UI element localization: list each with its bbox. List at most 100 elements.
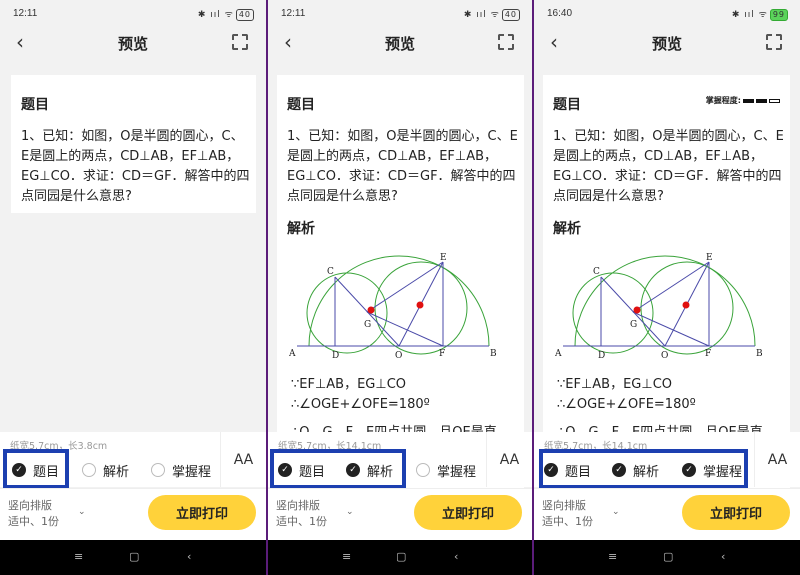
option-mastery[interactable]: 掌握程 bbox=[151, 457, 211, 483]
label-a: A bbox=[289, 349, 296, 359]
status-bar: 12:11 ✱ ııl ᯤ 40 bbox=[268, 0, 532, 26]
print-options-panel: 纸宽5.7cm，长14.1cm ✓ 题目 ✓ 解析 掌握程 AA bbox=[268, 432, 532, 487]
question-text: 1、已知：如图，O是半圆的圆心，C、E是圆上的两点，CD⊥AB，EF⊥AB，EG… bbox=[21, 129, 250, 204]
option-question[interactable]: ✓ 题目 bbox=[12, 457, 59, 483]
line-ge bbox=[632, 261, 710, 313]
layout-orientation: 竖向排版 bbox=[542, 499, 586, 512]
geometry-diagram: A B C D E F G O bbox=[289, 253, 497, 361]
checkmark-icon: ✓ bbox=[12, 463, 26, 477]
print-options-panel: 纸宽5.7cm，长14.1cm ✓ 题目 ✓ 解析 ✓ 掌握程 AA bbox=[534, 432, 800, 487]
home-icon[interactable]: ▢ bbox=[663, 550, 673, 563]
status-icons: ✱ ııl ᯤ 40 bbox=[464, 7, 520, 21]
mastery-bar-empty bbox=[769, 98, 780, 103]
option-question[interactable]: ✓ 题目 bbox=[278, 457, 325, 483]
print-now-button[interactable]: 立即打印 bbox=[148, 495, 256, 530]
crop-icon[interactable] bbox=[498, 34, 514, 50]
checkmark-icon: ✓ bbox=[544, 463, 558, 477]
system-back-icon[interactable]: ‹ bbox=[721, 550, 725, 563]
label-g: G bbox=[630, 320, 637, 330]
center-point-2 bbox=[416, 301, 424, 309]
label-g: G bbox=[364, 320, 371, 330]
mastery-label: 掌握程度: bbox=[705, 96, 741, 105]
question-heading: 题目 bbox=[553, 97, 581, 113]
mastery-indicator: 掌握程度: bbox=[706, 95, 780, 106]
system-back-icon[interactable]: ‹ bbox=[454, 550, 458, 563]
system-back-icon[interactable]: ‹ bbox=[187, 550, 191, 563]
chevron-down-icon[interactable]: ⌄ bbox=[346, 507, 354, 517]
label-f: F bbox=[439, 349, 445, 359]
label-e: E bbox=[440, 253, 447, 263]
label-o: O bbox=[395, 351, 402, 361]
semicircle-arc bbox=[574, 255, 756, 347]
option-analysis[interactable]: 解析 bbox=[82, 457, 129, 483]
option-analysis[interactable]: ✓ 解析 bbox=[612, 457, 659, 483]
radio-icon bbox=[82, 463, 96, 477]
option-label: 题目 bbox=[565, 464, 592, 480]
battery-icon: 99 bbox=[769, 9, 788, 21]
analysis-heading: 解析 bbox=[553, 221, 581, 237]
option-label: 解析 bbox=[103, 464, 130, 480]
status-bar: 12:11 ✱ ııl ᯤ 40 bbox=[0, 0, 266, 26]
paper-size: 纸宽5.7cm，长14.1cm bbox=[544, 441, 648, 452]
signal-icons: ✱ ııl ᯤ bbox=[731, 10, 768, 20]
label-d: D bbox=[598, 351, 605, 361]
option-mastery[interactable]: 掌握程 bbox=[416, 457, 476, 483]
layout-selector[interactable]: 竖向排版 适中、1份 bbox=[276, 498, 327, 530]
checkmark-icon: ✓ bbox=[278, 463, 292, 477]
option-label: 掌握程 bbox=[437, 464, 477, 480]
font-size-button[interactable]: AA bbox=[754, 432, 800, 487]
checkmark-icon: ✓ bbox=[612, 463, 626, 477]
menu-icon[interactable]: ≡ bbox=[608, 550, 617, 563]
paper-size: 纸宽5.7cm，长3.8cm bbox=[10, 441, 108, 452]
print-now-button[interactable]: 立即打印 bbox=[682, 495, 790, 530]
paper-size: 纸宽5.7cm，长14.1cm bbox=[278, 441, 382, 452]
line-ge bbox=[366, 261, 444, 313]
crop-icon[interactable] bbox=[232, 34, 248, 50]
chevron-down-icon[interactable]: ⌄ bbox=[78, 507, 86, 517]
option-label: 掌握程 bbox=[172, 464, 212, 480]
line-gf bbox=[632, 311, 710, 347]
question-heading: 题目 bbox=[287, 97, 315, 113]
status-time: 12:11 bbox=[281, 8, 306, 19]
layout-selector[interactable]: 竖向排版 适中、1份 bbox=[542, 498, 593, 530]
system-nav-bar: ≡ ▢ ‹ bbox=[0, 540, 266, 575]
phone-screen-3: 16:40 ✱ ııl ᯤ 99 ‹ 预览 掌握程度: 题目 1、已知：如图，O是… bbox=[534, 0, 800, 575]
font-size-button[interactable]: AA bbox=[220, 432, 266, 487]
font-size-button[interactable]: AA bbox=[486, 432, 532, 487]
option-question[interactable]: ✓ 题目 bbox=[544, 457, 591, 483]
checkmark-icon: ✓ bbox=[682, 463, 696, 477]
question-heading: 题目 bbox=[21, 97, 49, 113]
option-mastery[interactable]: ✓ 掌握程 bbox=[682, 457, 742, 483]
question-text: 1、已知：如图，O是半圆的圆心，C、E是圆上的两点，CD⊥AB，EF⊥AB，EG… bbox=[287, 129, 518, 204]
center-point-1 bbox=[633, 306, 641, 314]
battery-icon: 40 bbox=[501, 9, 520, 21]
system-nav-bar: ≡ ▢ ‹ bbox=[268, 540, 532, 575]
bottom-bar: 竖向排版 适中、1份 ⌄ 立即打印 bbox=[534, 488, 800, 540]
status-bar: 16:40 ✱ ııl ᯤ 99 bbox=[534, 0, 800, 26]
menu-icon[interactable]: ≡ bbox=[74, 550, 83, 563]
option-analysis[interactable]: ✓ 解析 bbox=[346, 457, 393, 483]
label-b: B bbox=[490, 349, 497, 359]
layout-orientation: 竖向排版 bbox=[8, 499, 52, 512]
home-icon[interactable]: ▢ bbox=[129, 550, 139, 563]
solution-line-1: ∵EF⊥AB，EG⊥CO bbox=[557, 377, 673, 392]
nav-bar: ‹ 预览 bbox=[0, 26, 266, 60]
crop-icon[interactable] bbox=[766, 34, 782, 50]
home-icon[interactable]: ▢ bbox=[396, 550, 406, 563]
status-time: 12:11 bbox=[13, 8, 38, 19]
option-label: 解析 bbox=[367, 464, 394, 480]
layout-selector[interactable]: 竖向排版 适中、1份 bbox=[8, 498, 59, 530]
mastery-bar-filled bbox=[756, 98, 767, 103]
geometry-diagram: A B C D E F G O bbox=[555, 253, 763, 361]
chevron-down-icon[interactable]: ⌄ bbox=[612, 507, 620, 517]
label-o: O bbox=[661, 351, 668, 361]
system-nav-bar: ≡ ▢ ‹ bbox=[534, 540, 800, 575]
bottom-bar: 竖向排版 适中、1份 ⌄ 立即打印 bbox=[268, 488, 532, 540]
menu-icon[interactable]: ≡ bbox=[342, 550, 351, 563]
center-point-2 bbox=[682, 301, 690, 309]
nav-bar: ‹ 预览 bbox=[534, 26, 800, 60]
question-card: 题目 1、已知：如图，O是半圆的圆心，C、E是圆上的两点，CD⊥AB，EF⊥AB… bbox=[11, 75, 256, 213]
layout-size-copies: 适中、1份 bbox=[8, 515, 59, 528]
signal-icons: ✱ ııl ᯤ bbox=[197, 10, 234, 20]
print-now-button[interactable]: 立即打印 bbox=[414, 495, 522, 530]
